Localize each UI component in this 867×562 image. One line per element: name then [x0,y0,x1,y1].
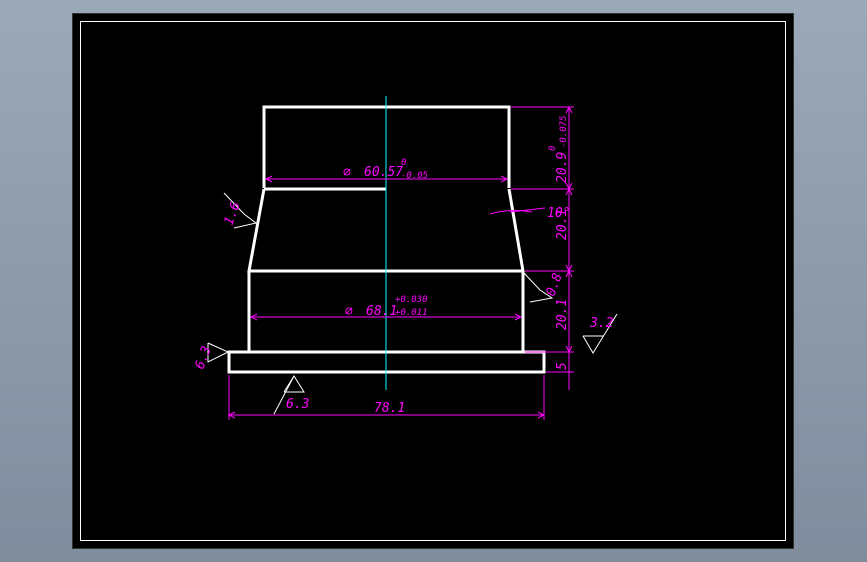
top-diameter-tol-upper: 0 [401,158,406,168]
top-diameter-tol-lower: -0.05 [401,171,428,181]
taper-angle-value: 10° [547,206,570,221]
lower-height-value: 20.1 [555,299,570,330]
roughness-flange-left-value: 6.3 [193,344,215,371]
roughness-flange-bottom-value: 6.3 [286,397,309,412]
mid-diameter-value: 68.1 [366,304,397,319]
mid-diameter-prefix: ∅ [345,304,353,319]
top-diameter-prefix: ∅ [343,165,351,180]
top-diameter-value: 60.57 [364,165,403,180]
height-top-value: 20.9 [555,152,570,183]
mid-diameter-tol-upper: +0.030 [395,295,428,305]
flange-height-value: 5 [555,362,570,370]
cad-drawing: ∅ 60.57 0 -0.05 ∅ 68.1 +0.030 +0.011 20.… [193,96,618,420]
mid-diameter-tol-lower: +0.011 [395,308,428,318]
roughness-general-value: 3.2 [589,316,614,331]
height-top-tol-upper: 0 [548,146,558,151]
roughness-right-value: 0.8 [544,271,566,298]
height-top-tol-lower: -0.075 [559,115,569,148]
flange-width-value: 78.1 [374,401,405,416]
roughness-taper-value: 1.6 [222,200,244,227]
